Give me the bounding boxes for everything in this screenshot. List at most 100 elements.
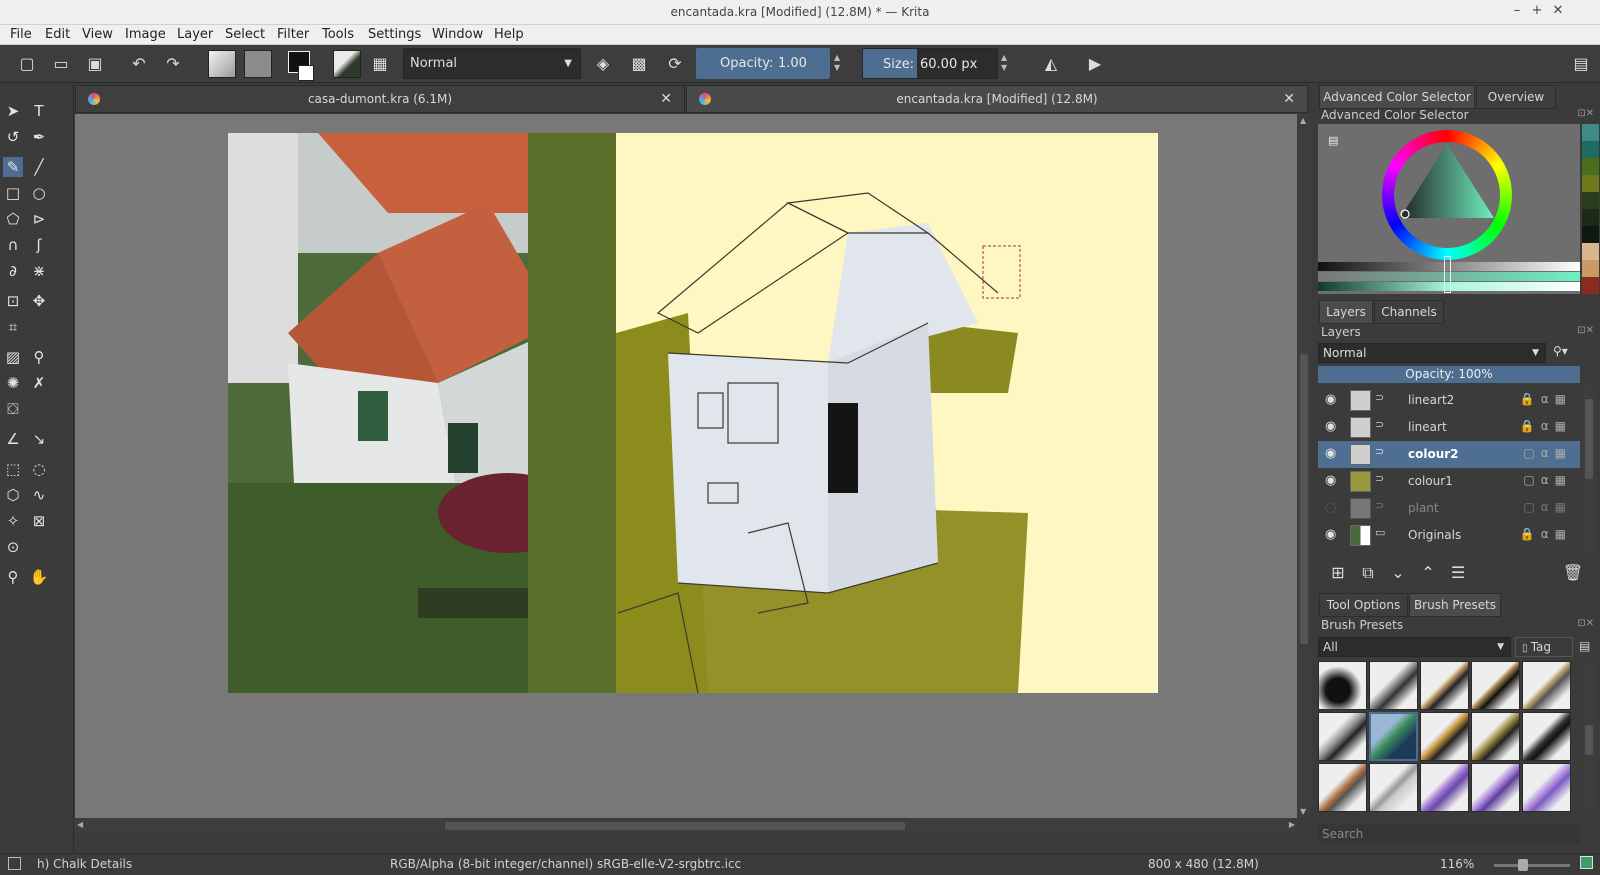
menu-file[interactable]: File [10,27,32,42]
reload-preset-icon[interactable]: ⟳ [664,53,686,75]
layer-properties-icon[interactable]: ☰ [1447,562,1469,584]
line-tool-icon[interactable]: ╱ [29,157,49,177]
bezier-tool-icon[interactable]: ∩ [3,235,23,255]
saturation-value-triangle[interactable] [1382,130,1512,260]
opacity-slider[interactable]: Opacity: 1.00 [696,48,830,79]
tab-casa-dumont[interactable]: casa-dumont.kra (6.1M) ✕ [75,85,685,113]
brush-preset[interactable] [1420,763,1469,812]
size-stepper[interactable]: ▲ ▼ [1001,53,1007,73]
tab-channels[interactable]: Channels [1374,300,1444,324]
workspace-grid-icon[interactable]: ▦ [369,53,391,75]
select-shapes-icon[interactable]: ➤ [3,101,23,121]
freehand-select-icon[interactable]: ∿ [29,485,49,505]
brush-preset-selected[interactable] [1369,712,1418,761]
layer-scroll-thumb[interactable] [1585,399,1593,479]
scroll-up-icon[interactable]: ▲ [1300,116,1306,125]
lock-alpha-icons[interactable]: ▢α▦ [1523,473,1572,487]
color-picker-icon[interactable]: ⚲ [29,347,49,367]
eye-icon[interactable]: ◉ [1325,446,1336,461]
fill-tool-icon[interactable]: ⛋ [3,399,23,419]
dynamic-brush-icon[interactable]: ∂ [3,261,23,281]
close-tab-icon[interactable]: ✕ [660,86,672,112]
layer-list-scrollbar[interactable] [1582,385,1596,557]
tab-tool-options[interactable]: Tool Options [1319,593,1408,617]
tab-brush-presets[interactable]: Brush Presets [1409,593,1501,617]
brush-preset[interactable] [1522,763,1571,812]
docker-close-icon[interactable]: ⊡✕ [1577,325,1594,336]
swatch[interactable] [1582,277,1599,294]
slider-handle[interactable] [1444,256,1451,293]
menu-filter[interactable]: Filter [277,27,309,42]
preset-menu-icon[interactable]: ▤ [1579,639,1590,653]
brush-preset[interactable] [1522,712,1571,761]
multibrush-icon[interactable]: ⋇ [29,261,49,281]
scroll-left-icon[interactable]: ◀ [77,820,83,829]
background-color[interactable] [298,65,314,81]
open-document-icon[interactable]: ▭ [50,53,72,75]
move-tool-icon[interactable]: ✥ [29,291,49,311]
blend-mode-select[interactable]: Normal ▼ [403,48,581,79]
rectangle-tool-icon[interactable]: □ [3,183,23,203]
swatch[interactable] [1582,192,1599,209]
layer-blend-mode-select[interactable]: Normal ▼ [1318,343,1546,363]
layer-opacity-slider[interactable]: Opacity: 100% [1318,366,1580,383]
menu-help[interactable]: Help [494,27,524,42]
save-icon[interactable]: ▣ [84,53,106,75]
brush-preset[interactable] [1318,712,1367,761]
eye-icon[interactable]: ◉ [1325,473,1336,488]
smart-patch-icon[interactable]: ✺ [3,373,23,393]
docker-close-icon[interactable]: ⊡✕ [1577,618,1594,629]
scroll-right-icon[interactable]: ▶ [1289,820,1295,829]
filter-layers-icon[interactable]: ⚲▾ [1553,344,1568,358]
horizontal-scroll-thumb[interactable] [445,822,905,830]
tag-button[interactable]: ▯ Tag [1515,637,1573,657]
tab-advanced-color-selector[interactable]: Advanced Color Selector [1319,85,1475,109]
contiguous-select-icon[interactable]: ✧ [3,511,23,531]
size-slider[interactable]: Size: 60.00 px [862,48,998,79]
tab-overview[interactable]: Overview [1476,85,1556,109]
layer-row[interactable]: ◉ ⊃ colour1 ▢α▦ [1318,468,1580,495]
eye-icon[interactable]: ◉ [1325,527,1336,542]
text-tool-icon[interactable]: T [29,101,49,121]
hue-ring[interactable] [1382,130,1512,260]
brush-preset[interactable] [1369,763,1418,812]
polygon-tool-icon[interactable]: ⬠ [3,209,23,229]
menu-select[interactable]: Select [225,27,265,42]
ellipse-tool-icon[interactable]: ○ [29,183,49,203]
menu-tools[interactable]: Tools [322,27,354,42]
lock-alpha-icons[interactable]: 🔒α▦ [1520,392,1572,406]
eraser-icon[interactable]: ◈ [592,53,614,75]
reference-tool-icon[interactable]: ↘ [29,429,49,449]
brush-preset[interactable] [1420,661,1469,710]
lock-alpha-icons[interactable]: 🔒α▦ [1520,527,1572,541]
gradient-selector[interactable] [208,50,236,78]
move-layer-down-icon[interactable]: ⌄ [1387,562,1409,584]
zoom-slider-handle[interactable] [1518,859,1528,871]
lock-alpha-icons[interactable]: ▢α▦ [1523,500,1572,514]
tab-layers[interactable]: Layers [1319,300,1373,324]
color-space-label[interactable]: RGB/Alpha (8-bit integer/channel) sRGB-e… [390,854,741,875]
layer-row-group[interactable]: ◉ ▭ Originals 🔒α▦ [1318,522,1580,549]
edit-shapes-icon[interactable]: ↺ [3,127,23,147]
menu-image[interactable]: Image [125,27,166,42]
mirror-vertical-icon[interactable]: ▶ [1084,53,1106,75]
ellipse-select-icon[interactable]: ◌ [29,459,49,479]
color-settings-icon[interactable]: ▤ [1328,134,1338,147]
measure-tool-icon[interactable]: ∠ [3,429,23,449]
canvas-viewport[interactable] [75,114,1297,818]
duplicate-layer-icon[interactable]: ⧉ [1357,562,1379,584]
horizontal-scrollbar[interactable]: ◀ ▶ [75,819,1297,833]
swatch[interactable] [1582,260,1599,277]
new-document-icon[interactable]: ▢ [16,53,38,75]
opacity-stepper[interactable]: ▲ ▼ [834,53,840,73]
gradient-tool-icon[interactable]: ▨ [3,347,23,367]
swatch[interactable] [1582,209,1599,226]
add-layer-icon[interactable]: ⊞ [1327,562,1349,584]
layer-row-selected[interactable]: ◉ ⊃ colour2 ▢α▦ [1318,441,1580,468]
swatch[interactable] [1582,175,1599,192]
docker-toggle-icon[interactable]: ▤ [1570,53,1592,75]
freehand-brush-icon[interactable]: ✎ [3,157,23,177]
assistant-tool-icon[interactable]: ✗ [29,373,49,393]
bezier-select-icon[interactable]: ⊙ [3,537,23,557]
alpha-lock-icon[interactable]: ▩ [628,53,650,75]
